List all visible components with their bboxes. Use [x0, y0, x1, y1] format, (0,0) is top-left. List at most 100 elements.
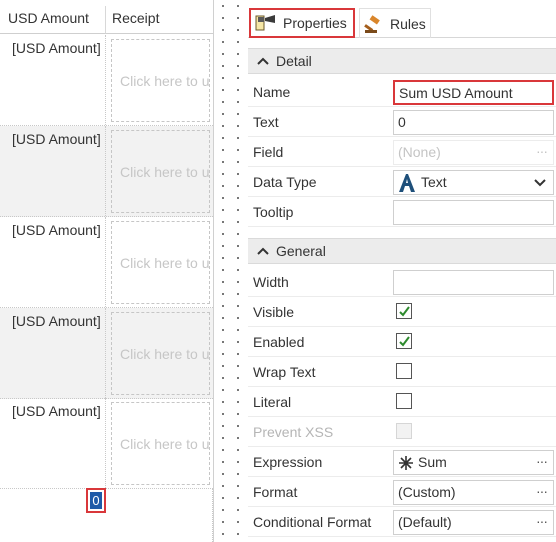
property-row-literal: Literal — [248, 387, 556, 417]
upload-placeholder: Click here to upload — [120, 254, 209, 271]
ellipsis-icon: ··· — [536, 143, 548, 159]
table-row[interactable]: [USD Amount] Click here to upload — [0, 217, 213, 308]
checkmark-icon — [399, 306, 410, 317]
expression-picker[interactable]: Sum ··· — [393, 450, 554, 475]
receipt-upload-dropzone[interactable]: Click here to upload — [111, 221, 210, 304]
property-row-conditional-format: Conditional Format (Default) ··· — [248, 507, 556, 537]
table-row[interactable]: [USD Amount] Click here to upload — [0, 398, 213, 489]
receipt-upload-dropzone[interactable]: Click here to upload — [111, 402, 210, 485]
property-label: Conditional Format — [253, 514, 372, 530]
property-row-tooltip: Tooltip — [248, 197, 556, 227]
receipt-cell: Click here to upload — [106, 308, 213, 398]
upload-placeholder: Click here to upload — [120, 345, 209, 362]
property-row-field: Field (None) ··· — [248, 137, 556, 167]
section-detail[interactable]: Detail — [248, 48, 556, 74]
sum-usd-amount-control[interactable]: 0 — [86, 488, 106, 513]
property-row-name: Name Sum USD Amount — [248, 77, 556, 107]
name-field[interactable]: Sum USD Amount — [393, 80, 554, 105]
panel-tabs: Properties Rules — [248, 0, 556, 38]
field-picker: (None) ··· — [393, 140, 554, 165]
format-picker[interactable]: (Custom) ··· — [393, 480, 554, 505]
property-label: Expression — [253, 454, 323, 470]
prevent-xss-checkbox — [396, 423, 412, 439]
conditional-format-picker[interactable]: (Default) ··· — [393, 510, 554, 535]
chevron-down-icon — [534, 179, 546, 187]
literal-checkbox[interactable] — [396, 393, 412, 409]
table-row[interactable]: [USD Amount] Click here to upload — [0, 126, 213, 217]
property-label: Width — [253, 274, 289, 290]
property-label: Wrap Text — [253, 364, 316, 380]
usd-amount-cell[interactable]: [USD Amount] — [0, 126, 106, 216]
table-row[interactable]: [USD Amount] Click here to upload — [0, 35, 213, 126]
usd-amount-text: [USD Amount] — [12, 40, 101, 56]
section-general[interactable]: General — [248, 238, 556, 264]
gavel-icon — [364, 14, 380, 33]
property-label: Format — [253, 484, 298, 500]
property-row-width: Width — [248, 267, 556, 297]
sum-value: 0 — [90, 492, 102, 509]
data-type-select[interactable]: Text — [393, 170, 554, 195]
section-title: General — [276, 243, 326, 259]
table-row[interactable]: [USD Amount] Click here to upload — [0, 308, 213, 399]
visible-checkbox[interactable] — [396, 303, 412, 319]
receipt-upload-dropzone[interactable]: Click here to upload — [111, 39, 210, 122]
property-row-visible: Visible — [248, 297, 556, 327]
expression-value: Sum — [418, 454, 447, 470]
text-field[interactable]: 0 — [393, 110, 554, 135]
tab-label: Properties — [283, 15, 347, 31]
tab-rules[interactable]: Rules — [359, 8, 431, 38]
column-header-receipt[interactable]: Receipt — [106, 6, 213, 34]
column-header-usd-amount[interactable]: USD Amount — [0, 6, 106, 34]
upload-placeholder: Click here to upload — [120, 435, 209, 452]
field-value: (None) — [398, 144, 441, 160]
section-title: Detail — [276, 53, 312, 69]
column-header-label: USD Amount — [8, 10, 89, 26]
text-type-icon — [399, 174, 415, 192]
property-row-data-type: Data Type Text — [248, 167, 556, 197]
grid-footer: 0 — [0, 488, 213, 542]
conditional-format-value: (Default) — [398, 514, 452, 530]
panel-splitter[interactable] — [213, 0, 248, 542]
width-field[interactable] — [393, 270, 554, 295]
property-label: Text — [253, 114, 279, 130]
property-row-wrap-text: Wrap Text — [248, 357, 556, 387]
property-row-format: Format (Custom) ··· — [248, 477, 556, 507]
ellipsis-icon[interactable]: ··· — [536, 513, 548, 529]
receipt-upload-dropzone[interactable]: Click here to upload — [111, 312, 210, 395]
tab-properties[interactable]: Properties — [249, 8, 355, 38]
upload-placeholder: Click here to upload — [120, 72, 209, 89]
usd-amount-cell[interactable]: [USD Amount] — [0, 398, 106, 488]
upload-placeholder: Click here to upload — [120, 163, 209, 180]
text-value: 0 — [398, 114, 406, 130]
property-label: Field — [253, 144, 284, 160]
property-label: Name — [253, 84, 291, 100]
wrap-text-checkbox[interactable] — [396, 363, 412, 379]
usd-amount-text: [USD Amount] — [12, 403, 101, 419]
splitter-grip — [222, 0, 224, 542]
column-header-label: Receipt — [112, 10, 160, 26]
property-label: Prevent XSS — [253, 424, 334, 440]
data-type-value: Text — [421, 174, 447, 190]
usd-amount-text: [USD Amount] — [12, 222, 101, 238]
tooltip-field[interactable] — [393, 200, 554, 225]
ellipsis-icon[interactable]: ··· — [536, 453, 548, 469]
checkmark-icon — [399, 336, 410, 347]
usd-amount-cell[interactable]: [USD Amount] — [0, 217, 106, 307]
property-row-prevent-xss: Prevent XSS — [248, 417, 556, 447]
receipt-cell: Click here to upload — [106, 35, 213, 125]
usd-amount-cell[interactable]: [USD Amount] — [0, 308, 106, 398]
ellipsis-icon[interactable]: ··· — [536, 483, 548, 499]
receipt-cell: Click here to upload — [106, 398, 213, 488]
receipt-upload-dropzone[interactable]: Click here to upload — [111, 130, 210, 213]
properties-panel: Properties Rules Detail Name Sum USD Amo… — [248, 0, 556, 542]
expression-icon — [399, 456, 413, 470]
property-label: Literal — [253, 394, 292, 410]
usd-amount-text: [USD Amount] — [12, 313, 101, 329]
property-label: Enabled — [253, 334, 305, 350]
enabled-checkbox[interactable] — [396, 333, 412, 349]
usd-amount-cell[interactable]: [USD Amount] — [0, 35, 106, 125]
splitter-grip — [237, 0, 239, 542]
property-row-text: Text 0 — [248, 107, 556, 137]
property-row-expression: Expression Sum ··· — [248, 447, 556, 477]
format-value: (Custom) — [398, 484, 456, 500]
